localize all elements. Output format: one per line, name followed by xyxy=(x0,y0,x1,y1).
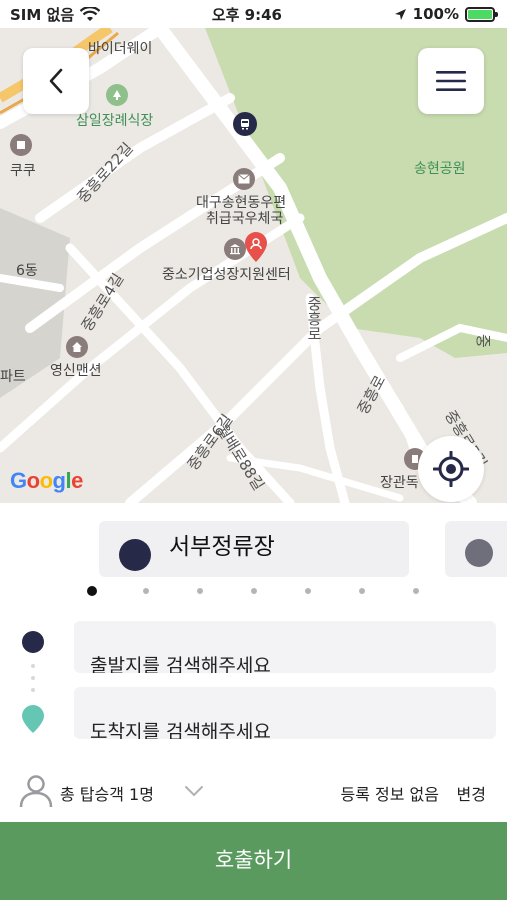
map-pin-icon xyxy=(244,232,268,266)
google-logo: Google xyxy=(10,468,83,493)
call-button[interactable]: 호출하기 xyxy=(0,822,507,900)
station-name: 서부정류장 xyxy=(169,534,275,560)
map-label-apart: 파트 xyxy=(0,369,26,385)
map-label-jungheung-v: 중흥로 xyxy=(305,296,323,341)
map-view[interactable]: 바이더웨이 삼일장례식장 쿠쿠 중흥로22길 대구송현동우편 취급국우체국 중소… xyxy=(0,28,507,503)
route-trail-dot xyxy=(31,688,35,692)
pager-dot[interactable] xyxy=(197,588,203,594)
route-form: 출발지를 검색해주세요 도착지를 검색해주세요 xyxy=(0,613,507,748)
station-card-current[interactable]: 서부정류장 xyxy=(99,521,409,577)
route-trail-dot xyxy=(31,676,35,680)
current-location-button[interactable] xyxy=(418,436,484,502)
passenger-row: 총 탑승객 1명 등록 정보 없음 변경 xyxy=(0,768,507,816)
pager-dot[interactable] xyxy=(359,588,365,594)
pager-dot[interactable] xyxy=(305,588,311,594)
station-card-next[interactable] xyxy=(445,521,507,577)
map-label-yeongsin: 영신맨션 xyxy=(50,363,102,379)
map-label-post-office-2: 취급국우체국 xyxy=(206,211,284,227)
map-label-dong6: 6동 xyxy=(16,263,38,279)
map-label-samil: 삼일장례식장 xyxy=(76,113,154,129)
route-trail-dot xyxy=(31,664,35,668)
map-label-sme-center: 중소기업성장지원센터 xyxy=(162,267,291,283)
shop-icon xyxy=(10,134,32,156)
wifi-icon xyxy=(80,6,101,21)
battery-percent: 100% xyxy=(412,5,459,23)
passenger-count[interactable]: 총 탑승객 1명 xyxy=(60,781,154,805)
carousel-pager xyxy=(0,586,507,598)
battery-icon xyxy=(465,6,498,22)
station-carousel[interactable]: 서부정류장 xyxy=(0,503,507,613)
mail-icon xyxy=(233,168,255,190)
menu-button[interactable] xyxy=(418,48,484,114)
registration-status: 등록 정보 없음 xyxy=(340,785,440,804)
origin-search-field[interactable]: 출발지를 검색해주세요 xyxy=(74,621,496,673)
pager-dot[interactable] xyxy=(87,586,97,596)
clock: 오후 9:46 xyxy=(211,5,282,24)
home-icon xyxy=(66,336,88,358)
pager-dot[interactable] xyxy=(251,588,257,594)
government-building-icon xyxy=(224,238,246,260)
station-dot-icon xyxy=(119,539,151,571)
pager-dot[interactable] xyxy=(143,588,149,594)
back-button[interactable] xyxy=(23,48,89,114)
chevron-left-icon xyxy=(49,68,63,94)
map-label-kuku: 쿠쿠 xyxy=(10,163,36,179)
map-label-jang: 중 xyxy=(474,334,492,348)
origin-dot-icon xyxy=(22,631,44,653)
user-icon xyxy=(18,774,54,812)
bus-stop-icon[interactable] xyxy=(233,112,257,136)
map-label-songhyeon-park: 송현공원 xyxy=(414,161,466,177)
map-label-janggwan: 장관독 xyxy=(380,475,419,491)
hamburger-menu-icon xyxy=(436,71,466,91)
map-label-by-the-way: 바이더웨이 xyxy=(88,41,153,57)
station-dot-icon xyxy=(465,539,493,567)
destination-search-field[interactable]: 도착지를 검색해주세요 xyxy=(74,687,496,739)
tree-icon xyxy=(106,84,128,106)
pager-dot[interactable] xyxy=(413,588,419,594)
change-button[interactable]: 변경 xyxy=(457,781,486,805)
chevron-down-icon[interactable] xyxy=(184,782,204,801)
carrier-label: SIM 없음 xyxy=(10,5,75,24)
status-bar: SIM 없음 오후 9:46 100% xyxy=(0,0,507,28)
destination-pin-icon xyxy=(21,705,45,737)
crosshair-icon xyxy=(433,451,469,487)
location-arrow-icon xyxy=(394,8,406,20)
